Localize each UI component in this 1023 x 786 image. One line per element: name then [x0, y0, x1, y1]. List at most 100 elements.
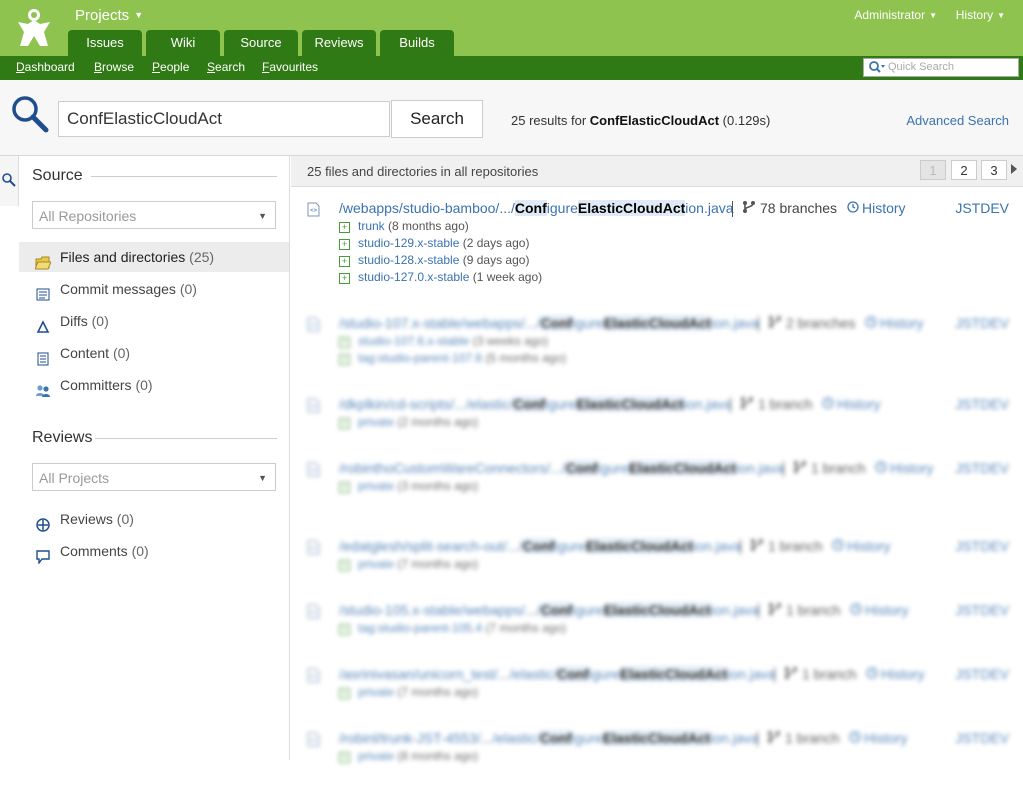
tab-wiki[interactable]: Wiki	[146, 30, 220, 56]
branch-count[interactable]: 1 branch	[793, 460, 865, 476]
history-link[interactable]: History	[822, 396, 881, 412]
branch-link[interactable]: trunk	[358, 219, 385, 233]
page-2-button[interactable]: 2	[951, 160, 977, 180]
filter-label: Content	[60, 345, 110, 361]
branch-link[interactable]: private	[358, 557, 394, 571]
nav-search[interactable]: Search	[207, 60, 245, 74]
branch-link[interactable]: studio-129.x-stable	[358, 236, 459, 250]
branch-count[interactable]: 1 branch	[767, 730, 839, 746]
branch-link[interactable]: studio-127.0.x-stable	[358, 270, 469, 284]
result-item: <>/studio-107.x-stable/webapps/.../Confi…	[291, 315, 1023, 371]
next-page-icon[interactable]	[1011, 164, 1017, 174]
branch-line: + studio-129.x-stable (2 days ago)	[339, 236, 529, 250]
branch-count[interactable]: 1 branch	[784, 666, 856, 682]
filter-files-directories[interactable]: Files and directories (25)	[19, 242, 289, 272]
nav-browse[interactable]: Browse	[94, 60, 134, 74]
expand-icon[interactable]: +	[339, 337, 350, 348]
sidebar-collapse-handle[interactable]	[0, 156, 19, 206]
branch-link[interactable]: studio-107.6.x-stable	[358, 334, 469, 348]
history-link[interactable]: History	[866, 666, 925, 682]
expand-icon[interactable]: +	[339, 354, 350, 365]
branch-link[interactable]: private	[358, 479, 394, 493]
project-link[interactable]: JSTDEV	[955, 730, 1009, 746]
expand-icon[interactable]: +	[339, 688, 350, 699]
result-file-link[interactable]: /asrinivasan/unicorn_test/.../elastic/Co…	[339, 666, 776, 682]
search-query-input[interactable]: ConfElasticCloudAct	[58, 101, 390, 137]
project-link[interactable]: JSTDEV	[955, 538, 1009, 554]
document-icon	[35, 346, 51, 366]
result-file-link[interactable]: /studio-105.x-stable/webapps/.../Configu…	[339, 602, 759, 618]
filter-content[interactable]: Content (0)	[19, 338, 289, 368]
branch-count[interactable]: 1 branch	[740, 396, 812, 412]
result-file-link[interactable]: /webapps/studio-bamboo/.../ConfigureElas…	[339, 200, 734, 216]
branch-count[interactable]: 1 branch	[768, 602, 840, 618]
history-link[interactable]: History	[850, 602, 909, 618]
branch-link[interactable]: private	[358, 749, 394, 763]
filter-diffs[interactable]: Diffs (0)	[19, 306, 289, 336]
quick-search-input[interactable]: Quick Search	[863, 58, 1019, 77]
result-file-link[interactable]: /dkplkin/cd-scripts/.../elastic/Configur…	[339, 396, 732, 412]
projects-label: Projects	[75, 7, 130, 24]
result-file-link[interactable]: /edatglesh/split-search-out/.../Configur…	[339, 538, 741, 554]
page-3-button[interactable]: 3	[981, 160, 1007, 180]
tab-issues[interactable]: Issues	[68, 30, 142, 56]
advanced-search-link[interactable]: Advanced Search	[906, 113, 1009, 128]
search-button[interactable]: Search	[391, 100, 483, 138]
result-file-link[interactable]: /robinl/trunk-JST-4553/.../elastic/Confi…	[339, 730, 758, 746]
project-link[interactable]: JSTDEV	[955, 200, 1009, 216]
nav-people[interactable]: People	[152, 60, 189, 74]
expand-icon[interactable]: +	[339, 222, 350, 233]
history-link[interactable]: History	[849, 730, 908, 746]
path-match-conf: Conf	[540, 602, 573, 618]
branch-count[interactable]: 2 branches	[768, 315, 855, 331]
nav-dashboard[interactable]: Dashboard	[16, 60, 75, 74]
branch-link[interactable]: private	[358, 685, 394, 699]
result-file-link[interactable]: /robinthoCustomWareConnectors/.../Config…	[339, 460, 784, 476]
branch-link[interactable]: private	[358, 415, 394, 429]
expand-icon[interactable]: +	[339, 624, 350, 635]
filter-committers[interactable]: Committers (0)	[19, 370, 289, 400]
project-select[interactable]: All Projects ▼	[32, 463, 276, 491]
branch-line: + studio-107.6.x-stable (3 weeks ago)	[339, 334, 548, 348]
tab-builds[interactable]: Builds	[380, 30, 454, 56]
branch-link[interactable]: tag:studio-parent-107.6	[358, 351, 482, 365]
projects-menu[interactable]: Projects ▼	[75, 7, 143, 24]
project-link[interactable]: JSTDEV	[955, 666, 1009, 682]
expand-icon[interactable]: +	[339, 482, 350, 493]
history-link[interactable]: History	[865, 315, 924, 331]
history-menu[interactable]: History ▼	[956, 8, 1005, 22]
nav-favourites[interactable]: Favourites	[262, 60, 318, 74]
branch-link[interactable]: studio-128.x-stable	[358, 253, 459, 267]
search-icon	[10, 94, 50, 134]
path-match-elastic: ElasticCloudAct	[585, 538, 694, 554]
branch-count[interactable]: 78 branches	[742, 200, 837, 216]
filter-reviews[interactable]: Reviews (0)	[19, 504, 289, 534]
tab-source[interactable]: Source	[224, 30, 298, 56]
filter-comments[interactable]: Comments (0)	[19, 536, 289, 566]
page-1-button[interactable]: 1	[920, 160, 946, 180]
expand-icon[interactable]: +	[339, 239, 350, 250]
expand-icon[interactable]: +	[339, 256, 350, 267]
expand-icon[interactable]: +	[339, 273, 350, 284]
branch-link[interactable]: tag:studio-parent-105.4	[358, 621, 482, 635]
history-link[interactable]: History	[847, 200, 906, 216]
history-link[interactable]: History	[875, 460, 934, 476]
expand-icon[interactable]: +	[339, 560, 350, 571]
expand-icon[interactable]: +	[339, 418, 350, 429]
project-link[interactable]: JSTDEV	[955, 396, 1009, 412]
result-file-link[interactable]: /studio-107.x-stable/webapps/.../Configu…	[339, 315, 759, 331]
comment-icon	[35, 544, 51, 566]
repository-select[interactable]: All Repositories ▼	[32, 201, 276, 229]
branch-count[interactable]: 1 branch	[750, 538, 822, 554]
expand-icon[interactable]: +	[339, 752, 350, 763]
administrator-menu[interactable]: Administrator ▼	[854, 8, 937, 22]
tab-label: Reviews	[314, 35, 364, 50]
filter-commit-messages[interactable]: Commit messages (0)	[19, 274, 289, 304]
project-link[interactable]: JSTDEV	[955, 602, 1009, 618]
project-link[interactable]: JSTDEV	[955, 315, 1009, 331]
tab-reviews[interactable]: Reviews	[302, 30, 376, 56]
history-link[interactable]: History	[832, 538, 891, 554]
path-middle: igure	[554, 538, 586, 554]
project-link[interactable]: JSTDEV	[955, 460, 1009, 476]
atlassian-logo-icon[interactable]	[14, 8, 54, 48]
